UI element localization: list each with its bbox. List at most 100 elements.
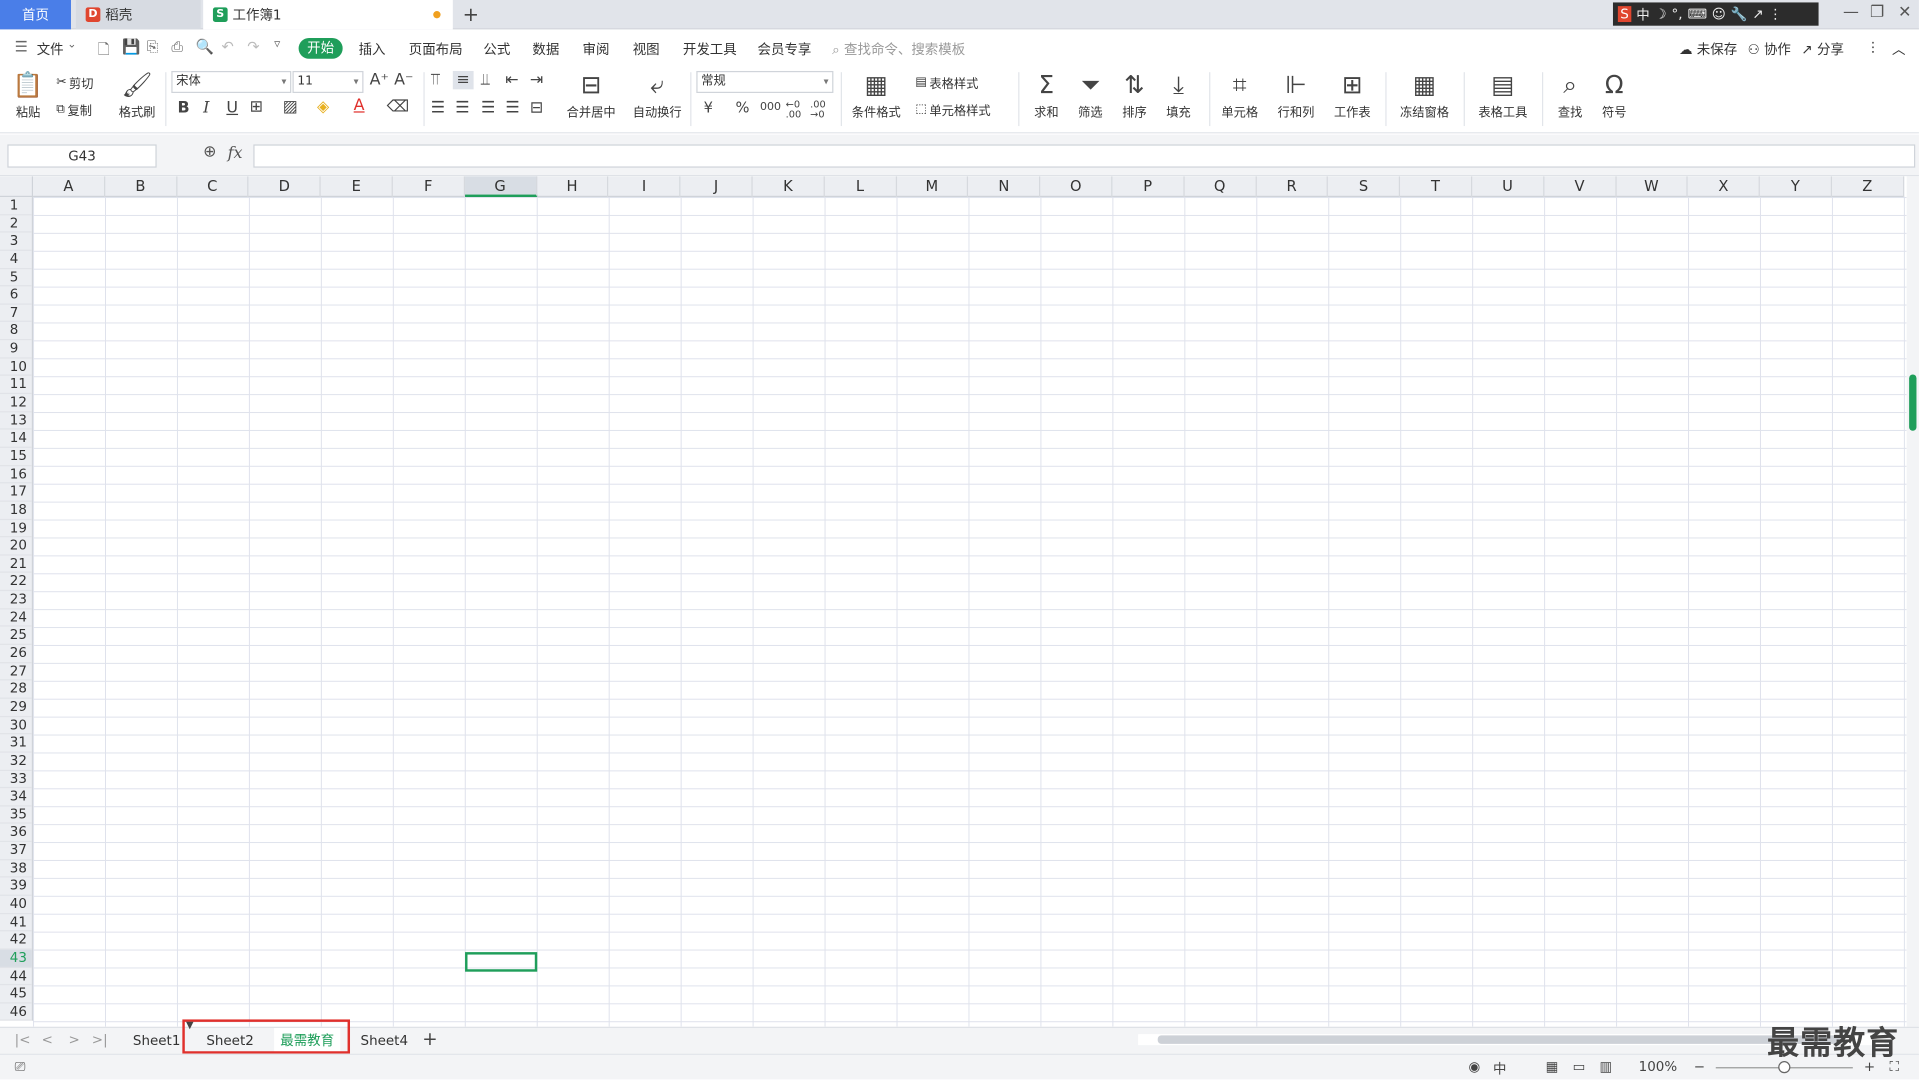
increase-indent-icon[interactable]: ⇥ (530, 71, 543, 89)
print-preview-icon[interactable]: 🔍 (196, 38, 214, 55)
currency-button[interactable]: ¥ (704, 99, 713, 116)
table-tools-button[interactable]: ▤ 表格工具 (1473, 70, 1532, 120)
ime-keyboard-icon[interactable]: ⌨ (1687, 6, 1706, 22)
add-sheet-button[interactable]: + (422, 1028, 437, 1050)
thousands-button[interactable]: 000 (760, 102, 781, 114)
collab-button[interactable]: ⚇ 协作 (1748, 39, 1791, 59)
align-right-icon[interactable]: ☰ (481, 99, 495, 117)
row-header[interactable]: 37 (0, 842, 32, 860)
menu-member[interactable]: 会员专享 (758, 39, 812, 59)
sum-button[interactable]: Σ 求和 (1028, 70, 1065, 120)
new-file-icon[interactable]: 🗋 (98, 38, 110, 64)
row-header[interactable]: 15 (0, 448, 32, 466)
column-header[interactable]: X (1688, 176, 1760, 198)
row-header[interactable]: 14 (0, 430, 32, 448)
collapse-ribbon-icon[interactable]: ︿ (1892, 39, 1905, 59)
bold-button[interactable]: B (177, 99, 189, 117)
horizontal-scroll-thumb[interactable] (1157, 1035, 1844, 1044)
row-header[interactable]: 38 (0, 860, 32, 878)
row-header[interactable]: 46 (0, 1003, 32, 1022)
row-header[interactable]: 32 (0, 752, 32, 771)
menu-page-layout[interactable]: 页面布局 (409, 39, 463, 59)
first-sheet-icon[interactable]: |< (15, 1032, 31, 1048)
find-button[interactable]: ⌕ 查找 (1552, 70, 1589, 120)
align-middle-icon[interactable]: ≡ (452, 70, 474, 90)
row-header[interactable]: 21 (0, 555, 32, 574)
column-header[interactable]: W (1616, 176, 1689, 198)
active-cell[interactable] (465, 952, 538, 972)
unsaved-status[interactable]: ☁ 未保存 (1679, 39, 1737, 59)
ime-more-icon[interactable]: ⋮ (1769, 6, 1782, 22)
page-layout-view-icon[interactable]: ▭ (1573, 1059, 1586, 1075)
column-header[interactable]: O (1040, 176, 1113, 198)
row-header[interactable]: 22 (0, 573, 32, 592)
distributed-icon[interactable]: ⊟ (530, 99, 543, 117)
tab-home[interactable]: 首页 (0, 0, 71, 30)
clear-format-icon[interactable]: ⌫ (387, 98, 410, 116)
column-header[interactable]: N (968, 176, 1041, 198)
restore-button[interactable]: ❐ (1870, 4, 1884, 22)
row-header[interactable]: 10 (0, 358, 32, 377)
vertical-scrollbar[interactable] (1906, 176, 1919, 1027)
row-header[interactable]: 11 (0, 376, 32, 395)
row-header[interactable]: 8 (0, 322, 32, 341)
align-left-icon[interactable]: ☰ (431, 99, 445, 117)
column-header[interactable]: R (1256, 176, 1329, 198)
close-button[interactable]: ✕ (1898, 4, 1911, 22)
name-box[interactable]: G43 (7, 144, 157, 168)
border-icon[interactable]: ⊞ (250, 98, 263, 116)
more-icon[interactable]: ⋮ (1866, 39, 1879, 55)
column-header[interactable]: P (1112, 176, 1185, 198)
row-header[interactable]: 18 (0, 502, 32, 520)
row-header[interactable]: 5 (0, 269, 32, 287)
export-icon[interactable]: ⎘ (147, 38, 159, 56)
column-header[interactable]: M (897, 176, 969, 198)
command-search[interactable]: ⌕ 查找命令、搜索模板 (832, 39, 965, 59)
justify-icon[interactable]: ☰ (505, 99, 519, 117)
decrease-indent-icon[interactable]: ⇤ (505, 71, 518, 89)
row-header[interactable]: 23 (0, 591, 32, 610)
row-header[interactable]: 33 (0, 770, 32, 789)
row-header[interactable]: 9 (0, 340, 32, 359)
tab-daoke[interactable]: D 稻壳 (75, 0, 201, 30)
column-header[interactable]: Y (1760, 176, 1832, 198)
column-header[interactable]: B (105, 176, 177, 198)
column-header[interactable]: U (1472, 176, 1545, 198)
underline-button[interactable]: U (226, 99, 238, 117)
column-header[interactable]: V (1544, 176, 1617, 198)
menu-home[interactable]: 开始 (298, 37, 343, 59)
freeze-panes-button[interactable]: ▦ 冻结窗格 (1395, 70, 1454, 120)
cells-button[interactable]: ⌗ 单元格 (1216, 70, 1263, 120)
row-header[interactable]: 28 (0, 681, 32, 699)
menu-view[interactable]: 视图 (633, 39, 660, 59)
filter-button[interactable]: ⏷ 筛选 (1072, 70, 1109, 120)
paste-button[interactable]: 📋 粘贴 (10, 70, 47, 120)
column-header[interactable]: E (321, 176, 393, 198)
row-header[interactable]: 2 (0, 215, 32, 233)
fx-button[interactable]: fx (228, 144, 243, 162)
number-format-select[interactable]: 常规 ▾ (696, 70, 834, 94)
row-header[interactable]: 36 (0, 824, 32, 843)
align-bottom-icon[interactable]: ⫫ (481, 71, 490, 89)
row-header[interactable]: 6 (0, 287, 32, 305)
row-header[interactable]: 13 (0, 412, 32, 430)
symbol-button[interactable]: Ω 符号 (1596, 70, 1633, 120)
minimize-button[interactable]: — (1843, 4, 1859, 22)
last-sheet-icon[interactable]: >| (92, 1032, 108, 1048)
row-header[interactable]: 45 (0, 985, 32, 1004)
align-center-icon[interactable]: ☰ (455, 99, 469, 117)
ime-mode-icon[interactable]: 中 (1636, 4, 1649, 24)
normal-view-icon[interactable]: ▦ (1546, 1059, 1559, 1075)
row-header[interactable]: 3 (0, 233, 32, 251)
row-header[interactable]: 44 (0, 967, 32, 986)
row-header[interactable]: 43 (0, 949, 32, 968)
row-header[interactable]: 39 (0, 878, 32, 896)
conditional-format-button[interactable]: ▦ 条件格式 (847, 70, 906, 120)
new-tab-button[interactable]: + (463, 2, 479, 25)
font-size-select[interactable]: 11 ▾ (292, 70, 364, 94)
hamburger-icon[interactable]: ☰ (15, 38, 28, 55)
menu-review[interactable]: 审阅 (583, 39, 610, 59)
row-header[interactable]: 40 (0, 896, 32, 914)
fill-button[interactable]: ⤓ 填充 (1160, 70, 1197, 120)
column-header[interactable]: J (681, 176, 753, 198)
